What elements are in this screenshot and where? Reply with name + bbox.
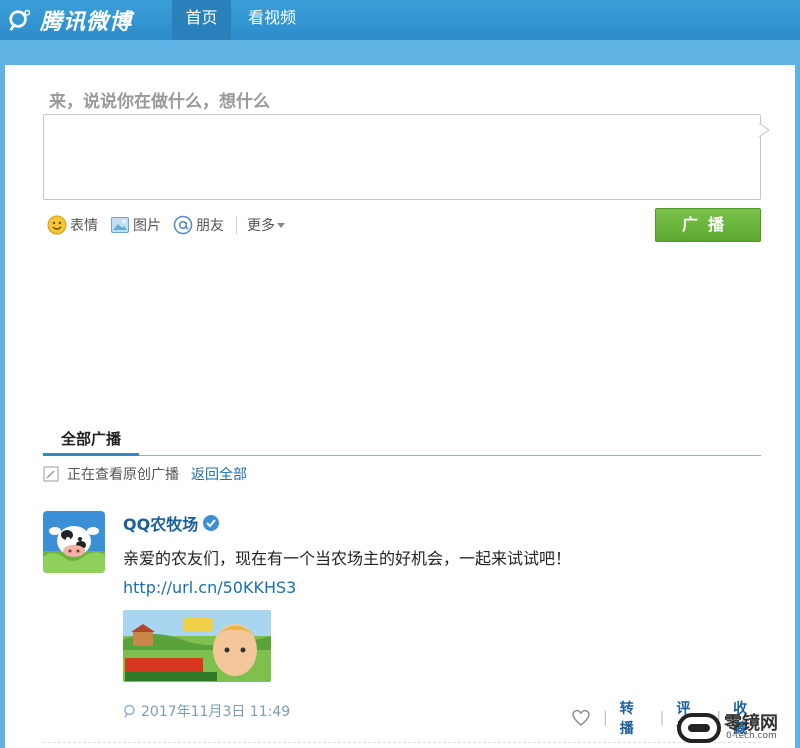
cow-avatar-icon [43, 511, 105, 573]
composer-box [43, 114, 769, 200]
pencil-icon [43, 466, 59, 482]
tool-image[interactable]: 图片 [110, 215, 161, 235]
at-icon [173, 215, 193, 235]
post-author[interactable]: QQ农牧场 [123, 511, 198, 535]
watermark: 零镜网 0-tech.com [676, 709, 800, 748]
tools-separator [236, 216, 237, 234]
heart-icon[interactable] [571, 708, 591, 728]
post-meta: 2017年11月3日 11:49 [123, 701, 290, 721]
logo[interactable]: 腾讯微博 [8, 6, 133, 35]
post-text: 亲爱的农友们，现在有一个当农场主的好机会，一起来试试吧！ [123, 549, 572, 568]
composer-input[interactable] [44, 115, 760, 199]
chevron-down-icon [277, 222, 285, 228]
avatar[interactable] [43, 511, 105, 573]
feed-divider [43, 742, 761, 743]
action-divider: | [602, 710, 608, 726]
main-panel: 来，说说你在做什么，想什么 表情 图片 朋友 更多 广播 全部广播 正在查看原创… [5, 65, 795, 748]
game-thumbnail-image [123, 610, 271, 682]
repost-button[interactable]: 转播 [620, 698, 648, 738]
post-author-row: QQ农牧场 [123, 511, 753, 535]
nav-item-home[interactable]: 首页 [172, 0, 231, 40]
post-body: QQ农牧场 亲爱的农友们，现在有一个当农场主的好机会，一起来试试吧！ http:… [123, 511, 753, 682]
composer-tools: 表情 图片 朋友 更多 [47, 213, 297, 237]
verified-badge-icon [203, 515, 220, 531]
tool-friends-label: 朋友 [196, 218, 224, 234]
nav-item-video[interactable]: 看视频 [244, 0, 300, 40]
filter-status: 正在查看原创广播 返回全部 [43, 463, 247, 485]
composer-corner-icon [759, 123, 769, 137]
smiley-icon [47, 215, 67, 235]
watermark-subtext: 0-tech.com [726, 731, 777, 741]
logo-text: 腾讯微博 [40, 10, 133, 35]
tab-all-broadcasts[interactable]: 全部广播 [43, 426, 139, 456]
tool-emoji-label: 表情 [70, 218, 98, 234]
broadcast-button[interactable]: 广播 [655, 208, 761, 242]
more-dropdown[interactable]: 更多 [247, 215, 285, 235]
tool-image-label: 图片 [133, 218, 161, 234]
post-link[interactable]: http://url.cn/50KKHS3 [123, 578, 753, 597]
post-timestamp[interactable]: 2017年11月3日 11:49 [141, 701, 290, 721]
post-thumbnail[interactable] [123, 610, 271, 682]
composer-prompt: 来，说说你在做什么，想什么 [49, 92, 270, 112]
image-icon [111, 217, 129, 233]
watermark-logo-icon [677, 713, 721, 743]
filter-status-text: 正在查看原创广播 [67, 467, 179, 483]
weibo-small-icon [124, 704, 135, 718]
more-label: 更多 [247, 218, 275, 234]
back-to-all-link[interactable]: 返回全部 [191, 464, 247, 484]
top-nav-bar: 腾讯微博 首页 看视频 [0, 0, 800, 40]
feed-tabbar: 全部广播 [43, 420, 761, 456]
tool-friends[interactable]: 朋友 [173, 215, 224, 235]
action-divider: | [659, 710, 665, 726]
tool-emoji[interactable]: 表情 [47, 215, 98, 235]
header-band [0, 40, 800, 65]
logo-icon [9, 9, 30, 31]
